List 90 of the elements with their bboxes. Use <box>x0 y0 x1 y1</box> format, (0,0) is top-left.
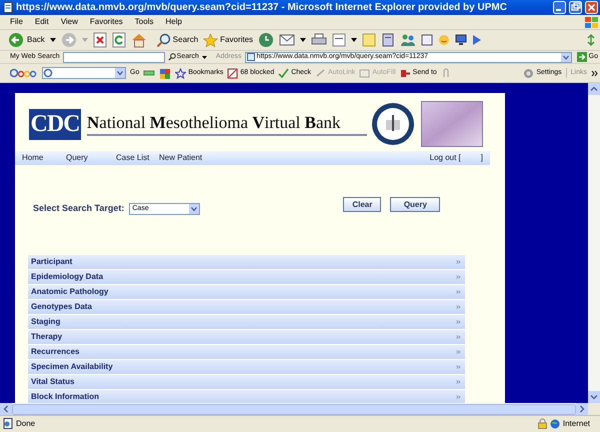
document-icon[interactable] <box>332 33 346 47</box>
cdc-logo: CDC <box>29 108 81 140</box>
section-header[interactable]: Staging <box>28 314 465 328</box>
restore-button[interactable] <box>569 1 582 14</box>
double-chevron-icon <box>456 260 461 264</box>
colorful-blocks-icon[interactable] <box>159 68 172 78</box>
double-chevron-icon <box>456 364 461 368</box>
refresh-icon[interactable] <box>112 32 126 48</box>
star-icon <box>203 32 218 48</box>
double-chevron-icon <box>456 350 461 354</box>
security-zone-text: Internet <box>562 418 590 430</box>
go-arrow-icon <box>576 52 587 62</box>
monitor-icon[interactable] <box>455 34 468 46</box>
dropdown-caret-icon[interactable] <box>351 38 358 42</box>
magnifier-icon <box>168 53 176 61</box>
section-header[interactable]: Therapy <box>28 330 465 344</box>
menu-item[interactable]: View <box>60 16 78 28</box>
dropdown-caret-icon[interactable] <box>50 38 56 42</box>
mail-icon[interactable] <box>279 33 296 47</box>
section-header[interactable]: Vital Status <box>28 374 465 388</box>
nav-link[interactable]: Query <box>66 152 116 164</box>
double-chevron-icon <box>456 380 461 384</box>
section-header[interactable]: Participant <box>28 254 465 268</box>
windows-logo-icon <box>584 16 600 28</box>
chevron-icon[interactable] <box>591 70 598 76</box>
smiley-icon[interactable] <box>438 34 450 46</box>
back-button[interactable]: Back <box>8 32 45 48</box>
section-header[interactable]: Block Information <box>28 390 465 403</box>
logout-link[interactable]: Log out [ <box>430 152 461 164</box>
people-icon[interactable] <box>400 33 416 47</box>
photo-placeholder <box>421 101 483 147</box>
google-logo-icon <box>10 68 38 78</box>
padlock-icon <box>538 418 547 429</box>
search-target-label: Select Search Target: <box>33 202 124 215</box>
stop-icon[interactable] <box>92 32 107 48</box>
page-icon <box>3 2 13 13</box>
nav-link[interactable]: Home <box>22 152 66 164</box>
menu-item[interactable]: File <box>10 16 23 28</box>
web-search-field[interactable] <box>62 52 165 62</box>
dropdown-caret-icon[interactable] <box>202 56 207 58</box>
nav-link[interactable]: Case List <box>116 152 159 164</box>
dropdown-arrow-icon <box>115 68 125 78</box>
page-icon <box>3 418 13 429</box>
star-outline-icon <box>175 68 186 78</box>
action-button[interactable]: Clear <box>343 197 382 212</box>
search-button[interactable]: Search <box>156 32 198 48</box>
play-icon[interactable] <box>472 34 482 46</box>
menu-item[interactable]: Help <box>165 16 182 28</box>
close-button[interactable] <box>585 1 598 14</box>
section-header[interactable]: Anatomic Pathology <box>28 284 465 298</box>
magnifier-icon <box>156 32 171 48</box>
note-icon[interactable] <box>362 33 376 47</box>
window-title: https://www.data.nmvb.org/mvb/query.seam?cid=11237 - Microsoft Internet Explorer provided by UPMC <box>16 1 508 15</box>
double-chevron-icon <box>456 304 461 308</box>
dropdown-caret-icon[interactable] <box>300 38 306 42</box>
menu-item[interactable]: Edit <box>34 16 49 28</box>
dropdown-arrow-icon <box>189 204 200 214</box>
research-icon[interactable] <box>381 33 396 47</box>
gear-icon <box>523 68 534 78</box>
nav-link[interactable]: New Patient <box>159 152 229 164</box>
section-header[interactable]: Epidemiology Data <box>28 270 465 284</box>
favorites-button[interactable]: Favorites <box>203 32 254 48</box>
section-header[interactable]: Recurrences <box>28 344 465 358</box>
history-icon[interactable] <box>258 32 274 48</box>
minimize-button[interactable] <box>553 1 566 14</box>
seal-emblem-icon <box>371 102 415 146</box>
dropdown-arrow-icon <box>560 52 571 62</box>
vertical-scrollbar[interactable] <box>588 83 600 403</box>
printer-icon[interactable] <box>311 33 328 47</box>
globe-icon <box>550 418 560 428</box>
menu-item[interactable]: Tools <box>134 16 154 28</box>
window-icon[interactable] <box>421 34 434 46</box>
section-header[interactable]: Genotypes Data <box>28 300 465 314</box>
ie-page-icon <box>246 53 255 61</box>
action-button[interactable]: Query <box>390 197 440 212</box>
section-header[interactable]: Specimen Availability <box>28 360 465 374</box>
double-chevron-icon <box>456 394 461 398</box>
double-chevron-icon <box>456 334 461 338</box>
site-title: National Mesothelioma Virtual Bank <box>87 112 367 136</box>
google-search-field[interactable] <box>42 67 126 79</box>
home-icon[interactable] <box>130 32 147 48</box>
double-chevron-icon <box>456 274 461 278</box>
double-chevron-icon <box>456 290 461 294</box>
g-logo-icon <box>43 68 53 78</box>
menu-item[interactable]: Favorites <box>90 16 123 28</box>
status-text: Done <box>16 418 36 430</box>
double-chevron-icon <box>456 320 461 324</box>
spellcheck-icon <box>278 68 290 78</box>
bracket-text: ] <box>480 152 483 164</box>
blocked-popup-icon <box>227 68 238 78</box>
